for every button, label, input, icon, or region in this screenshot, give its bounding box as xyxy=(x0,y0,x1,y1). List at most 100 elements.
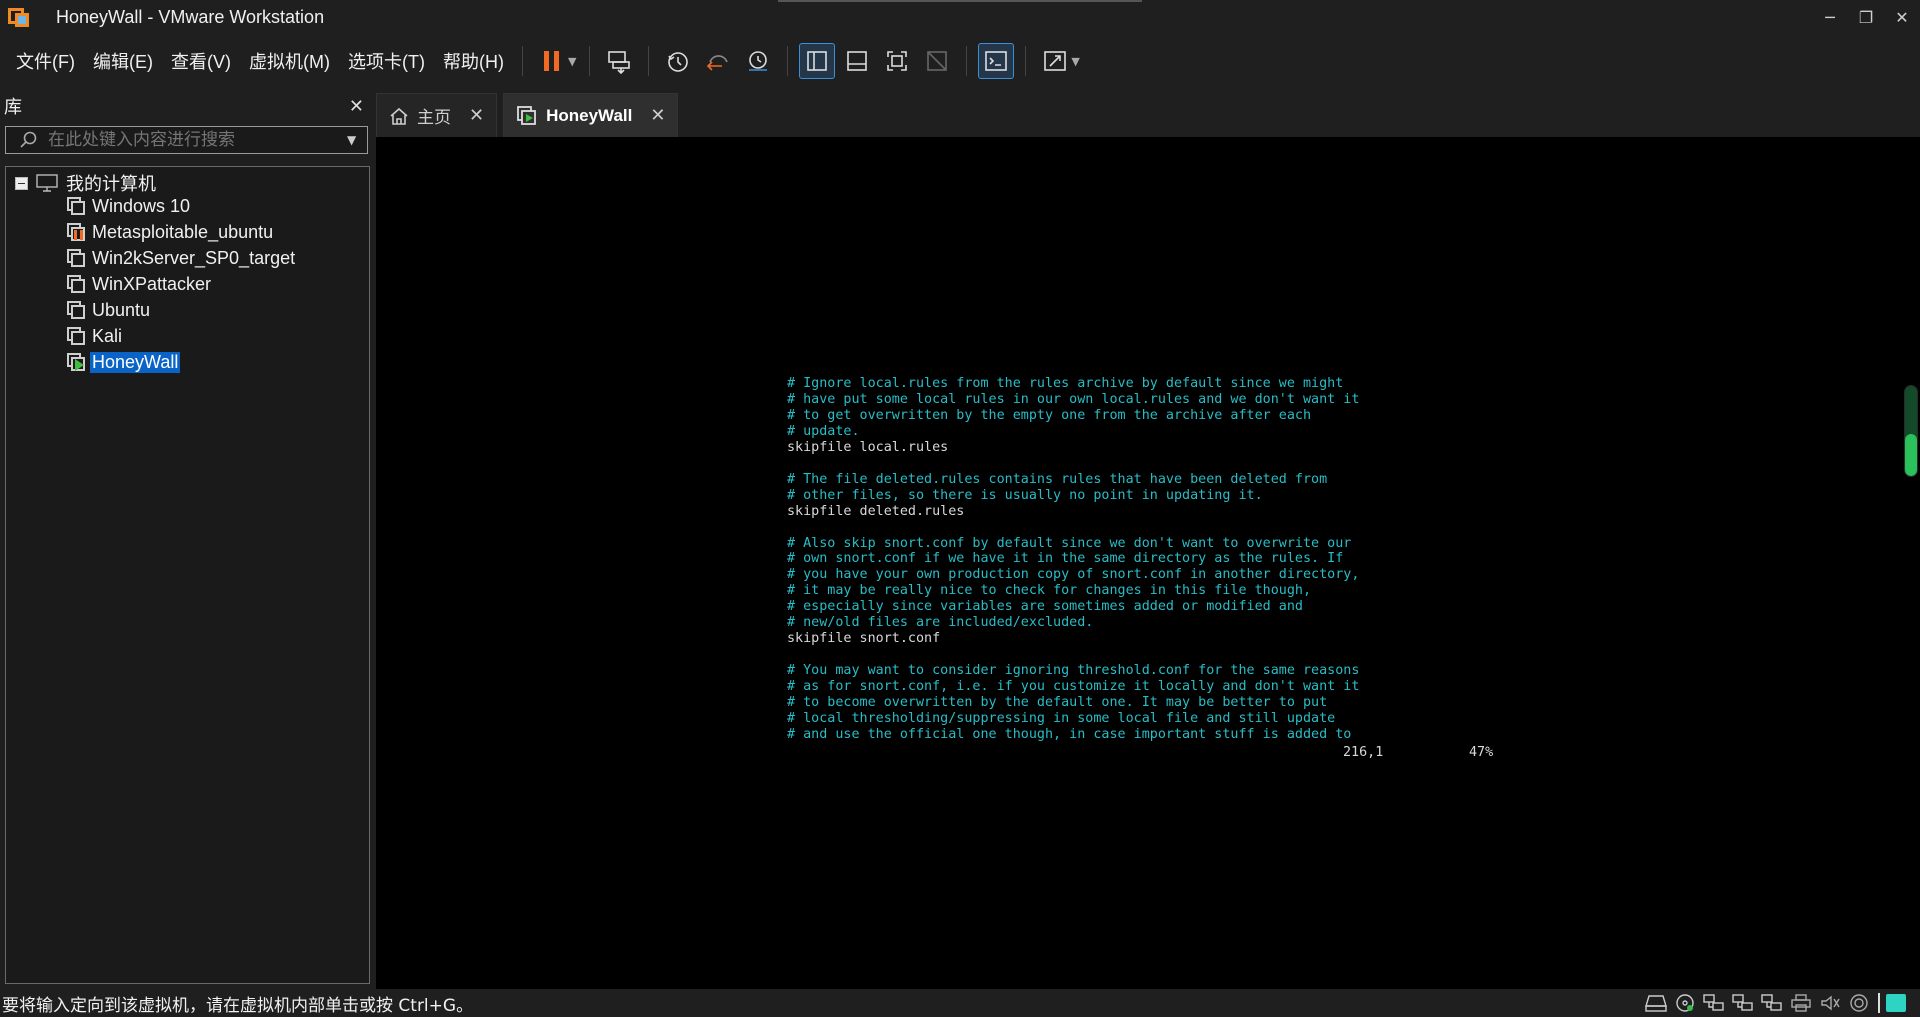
pause-icon[interactable] xyxy=(534,43,570,79)
vm-off-icon xyxy=(65,247,87,269)
power-dropdown-icon[interactable]: ▼ xyxy=(568,55,576,68)
terminal-line: skipfile snort.conf xyxy=(787,631,941,647)
network-adapter-2-icon[interactable] xyxy=(1730,993,1756,1013)
toolbar-separator xyxy=(589,46,591,76)
thumbnail-bar-icon[interactable] xyxy=(839,43,875,79)
menu-help[interactable]: 帮助(H) xyxy=(434,48,513,74)
printer-icon[interactable] xyxy=(1788,993,1814,1013)
collapse-icon[interactable] xyxy=(15,176,28,190)
terminal-line: # Also skip snort.conf by default since … xyxy=(787,535,1352,551)
vm-tree: 我的计算机 Windows 10 Metasploitable_ubuntu W… xyxy=(5,166,370,984)
tab-home[interactable]: 主页 ✕ xyxy=(376,93,498,137)
close-tab-icon[interactable]: ✕ xyxy=(469,105,484,126)
tree-item-windows-10[interactable]: Windows 10 xyxy=(65,194,192,218)
full-screen-icon[interactable] xyxy=(879,43,915,79)
search-icon xyxy=(20,131,37,148)
vmware-logo-icon xyxy=(8,6,32,28)
menu-bar: 文件(F) 编辑(E) 查看(V) 虚拟机(M) 选项卡(T) 帮助(H) ▼ … xyxy=(0,36,1920,86)
terminal-line: # local thresholding/suppressing in some… xyxy=(787,710,1336,726)
library-close-icon[interactable]: ✕ xyxy=(349,96,364,117)
toolbar-separator xyxy=(521,46,523,76)
tab-label: 主页 xyxy=(417,108,451,128)
tab-label: HoneyWall xyxy=(546,105,633,125)
vm-label: Win2kServer_SP0_target xyxy=(92,247,296,268)
vm-off-icon xyxy=(65,273,87,295)
network-adapter-3-icon[interactable] xyxy=(1759,993,1785,1013)
terminal-line: # Ignore local.rules from the rules arch… xyxy=(787,376,1344,391)
show-library-icon[interactable] xyxy=(799,43,836,79)
terminal-line: # own snort.conf if we have it in the sa… xyxy=(787,551,1344,567)
terminal-line: # have put some local rules in our own l… xyxy=(787,391,1360,407)
vm-off-icon xyxy=(65,299,87,321)
menu-file[interactable]: 文件(F) xyxy=(7,48,84,74)
status-bar: 要将输入定向到该虚拟机，请在虚拟机内部单击或按 Ctrl+G。 xyxy=(0,989,1920,1017)
scroll-fill xyxy=(1905,433,1917,476)
revert-snapshot-icon[interactable] xyxy=(700,43,736,79)
file-percent: 47% xyxy=(1469,745,1494,760)
menu-view[interactable]: 查看(V) xyxy=(162,48,240,74)
vm-label: Ubuntu xyxy=(92,299,151,320)
terminal-line: # as for snort.conf, i.e. if you customi… xyxy=(787,679,1360,695)
console-view-icon[interactable] xyxy=(978,43,1015,79)
terminal-line: # it may be really nice to check for cha… xyxy=(787,583,1312,599)
cursor-position: 216,1 xyxy=(1343,745,1384,760)
toolbar-separator xyxy=(1025,46,1027,76)
terminal-line: # new/old files are included/excluded. xyxy=(787,615,1094,631)
terminal-line: # especially since variables are sometim… xyxy=(787,599,1303,615)
search-dropdown-icon[interactable]: ▼ xyxy=(347,133,367,147)
tree-root-my-computer[interactable]: 我的计算机 xyxy=(15,171,158,195)
vm-label: Metasploitable_ubuntu xyxy=(92,221,274,242)
unity-icon[interactable] xyxy=(919,43,955,79)
menu-edit[interactable]: 编辑(E) xyxy=(84,48,162,74)
close-window-button[interactable]: ✕ xyxy=(1884,0,1920,34)
status-separator xyxy=(1878,993,1880,1013)
restore-button[interactable]: ❐ xyxy=(1848,0,1884,34)
vm-running-icon xyxy=(65,351,87,373)
vm-label: Windows 10 xyxy=(92,195,191,216)
vm-off-icon xyxy=(65,325,87,347)
toolbar-separator xyxy=(787,46,789,76)
network-adapter-icon[interactable] xyxy=(1701,993,1727,1013)
vm-console-screen[interactable]: # Ignore local.rules from the rules arch… xyxy=(376,137,1920,989)
tree-item-ubuntu[interactable]: Ubuntu xyxy=(65,298,152,322)
window-title: HoneyWall - VMware Workstation xyxy=(56,6,325,27)
terminal-line: # The file deleted.rules contains rules … xyxy=(787,471,1328,487)
tab-honeywall[interactable]: HoneyWall ✕ xyxy=(503,93,679,137)
vm-scroll-indicator[interactable] xyxy=(1904,385,1918,477)
vm-off-icon xyxy=(65,195,87,217)
tree-item-metasploitable-ubuntu[interactable]: Metasploitable_ubuntu xyxy=(65,220,275,244)
close-tab-icon[interactable]: ✕ xyxy=(650,105,665,126)
notes-icon[interactable] xyxy=(1886,994,1906,1012)
stretch-dropdown-icon[interactable]: ▼ xyxy=(1071,55,1079,68)
terminal-line: # other files, so there is usually no po… xyxy=(787,487,1263,503)
snapshot-icon[interactable] xyxy=(660,43,696,79)
vm-label: WinXPattacker xyxy=(92,273,212,294)
terminal-line: # and use the official one though, in ca… xyxy=(787,726,1352,742)
tree-item-winxpattacker[interactable]: WinXPattacker xyxy=(65,272,213,296)
terminal-text: # Ignore local.rules from the rules arch… xyxy=(787,376,1527,743)
tree-item-honeywall[interactable]: HoneyWall xyxy=(65,350,181,374)
search-input[interactable] xyxy=(48,130,347,150)
hard-disk-icon[interactable] xyxy=(1643,993,1669,1013)
home-icon xyxy=(390,107,408,125)
cd-dvd-icon[interactable] xyxy=(1672,993,1698,1013)
tree-item-win2kserver[interactable]: Win2kServer_SP0_target xyxy=(65,246,297,270)
vm-label: Kali xyxy=(92,325,123,346)
stretch-guest-icon[interactable] xyxy=(1037,43,1073,79)
minimize-button[interactable]: ─ xyxy=(1812,0,1848,34)
library-search[interactable]: ▼ xyxy=(5,126,368,154)
snapshot-manager-icon[interactable] xyxy=(740,43,776,79)
vm-label: HoneyWall xyxy=(90,351,181,373)
menu-tabs[interactable]: 选项卡(T) xyxy=(339,48,434,74)
menu-vm[interactable]: 虚拟机(M) xyxy=(240,48,339,74)
send-ctrl-alt-del-icon[interactable] xyxy=(601,43,637,79)
tree-item-kali[interactable]: Kali xyxy=(65,324,124,348)
terminal-line: # to get overwritten by the empty one fr… xyxy=(787,407,1312,423)
sound-icon[interactable] xyxy=(1817,993,1843,1013)
display-icon[interactable] xyxy=(1846,993,1872,1013)
toolbar-separator xyxy=(966,46,968,76)
status-message: 要将输入定向到该虚拟机，请在虚拟机内部单击或按 Ctrl+G。 xyxy=(2,995,474,1016)
